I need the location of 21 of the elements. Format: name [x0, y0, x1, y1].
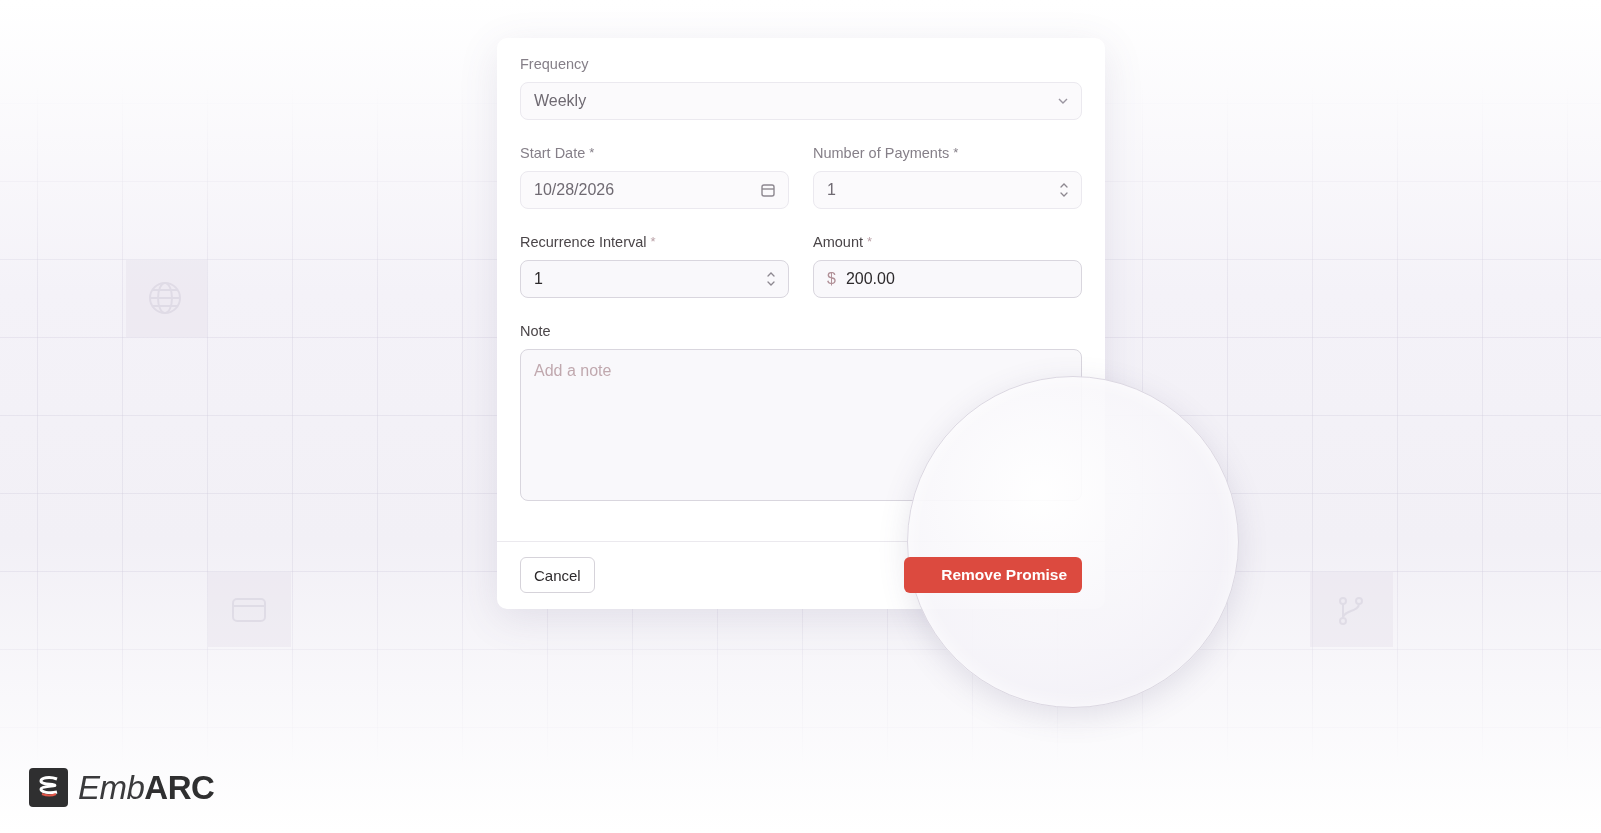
chevron-icon	[1057, 97, 1069, 105]
logo-icon	[29, 768, 68, 807]
field-label: Frequency	[520, 56, 589, 72]
field-label: Recurrence Interval	[520, 234, 647, 250]
cancel-button[interactable]: Cancel	[520, 557, 595, 593]
select-field[interactable]: Weekly	[520, 82, 1082, 120]
logo-text: EmbARC	[78, 768, 215, 807]
field-label: Note	[520, 323, 551, 339]
required-mark: *	[953, 145, 959, 161]
calendar-icon[interactable]	[760, 182, 776, 198]
field-label: Number of Payments	[813, 145, 950, 161]
amount-field[interactable]: $ 200.00	[813, 260, 1082, 298]
required-mark: *	[589, 145, 595, 161]
field-label: Start Date	[520, 145, 586, 161]
date-field[interactable]: 10/28/2026	[520, 171, 789, 209]
number-field[interactable]: 1	[813, 171, 1082, 209]
number-field[interactable]: 1	[520, 260, 789, 298]
required-mark: *	[650, 234, 656, 250]
remove-promise-button[interactable]: Remove Promise	[904, 557, 1082, 593]
required-mark: *	[867, 234, 873, 250]
field-label: Amount	[813, 234, 863, 250]
